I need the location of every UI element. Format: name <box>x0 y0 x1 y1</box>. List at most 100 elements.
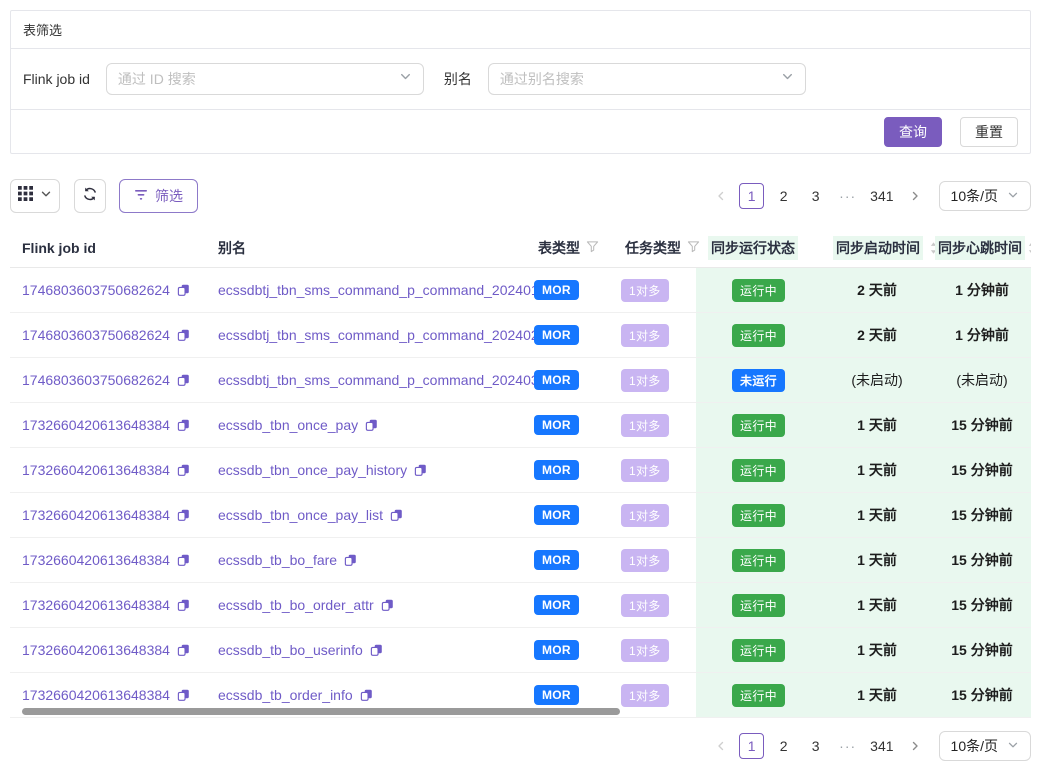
alias-cell[interactable]: ecssdb_tb_bo_fare <box>206 538 526 582</box>
sync-heartbeat-time-cell: 1 分钟前 <box>933 268 1031 312</box>
query-button[interactable]: 查询 <box>884 117 942 147</box>
horizontal-scrollbar-thumb[interactable] <box>22 708 620 715</box>
pagination-prev-button[interactable] <box>710 183 732 209</box>
funnel-icon[interactable] <box>586 240 599 256</box>
alias-cell[interactable]: ecssdbtj_tbn_sms_command_p_command_20240… <box>206 313 526 357</box>
flink-job-id-select[interactable]: 通过 ID 搜索 <box>106 63 424 95</box>
pagination-page-1[interactable]: 1 <box>739 733 764 759</box>
task-type-cell: 1对多 <box>613 268 696 312</box>
pagination-next-button[interactable] <box>904 183 926 209</box>
filter-toggle-button[interactable]: 筛选 <box>119 179 198 213</box>
copy-icon[interactable] <box>365 418 378 432</box>
task-type-badge: 1对多 <box>621 324 669 347</box>
flink-job-id-value[interactable]: 1732660420613648384 <box>22 417 170 433</box>
alias-cell[interactable]: ecssdb_tbn_once_pay_history <box>206 448 526 492</box>
copy-icon[interactable] <box>177 463 190 477</box>
refresh-icon <box>82 186 98 207</box>
pagination-page-341[interactable]: 341 <box>867 733 896 759</box>
pagination-page-3[interactable]: 3 <box>803 733 828 759</box>
status-badge: 运行中 <box>732 324 785 347</box>
alias-value[interactable]: ecssdb_tb_bo_fare <box>218 552 337 568</box>
copy-icon[interactable] <box>177 418 190 432</box>
page-size-select[interactable]: 10条/页 <box>939 181 1031 211</box>
flink-job-id-cell[interactable]: 1746803603750682624 <box>10 268 206 312</box>
table-type-badge: MOR <box>534 505 579 525</box>
alias-value[interactable]: ecssdb_tb_order_info <box>218 687 353 703</box>
copy-icon[interactable] <box>177 283 190 297</box>
pagination-next-button[interactable] <box>904 733 926 759</box>
alias-value[interactable]: ecssdb_tb_bo_order_attr <box>218 597 374 613</box>
status-badge: 运行中 <box>732 594 785 617</box>
flink-job-id-cell[interactable]: 1732660420613648384 <box>10 628 206 672</box>
pagination-prev-button[interactable] <box>710 733 732 759</box>
page-size-select[interactable]: 10条/页 <box>939 731 1031 761</box>
pagination-ellipsis: ··· <box>835 733 860 759</box>
flink-job-id-value[interactable]: 1732660420613648384 <box>22 597 170 613</box>
flink-job-id-value[interactable]: 1746803603750682624 <box>22 327 170 343</box>
flink-job-id-cell[interactable]: 1746803603750682624 <box>10 358 206 402</box>
copy-icon[interactable] <box>177 373 190 387</box>
alias-cell[interactable]: ecssdbtj_tbn_sms_command_p_command_20240… <box>206 358 526 402</box>
flink-job-id-cell[interactable]: 1732660420613648384 <box>10 493 206 537</box>
alias-select[interactable]: 通过别名搜索 <box>488 63 806 95</box>
sync-start-time-cell: 1 天前 <box>821 493 933 537</box>
flink-job-id-value[interactable]: 1732660420613648384 <box>22 507 170 523</box>
flink-job-id-cell[interactable]: 1732660420613648384 <box>10 403 206 447</box>
alias-value[interactable]: ecssdbtj_tbn_sms_command_p_command_20240… <box>218 327 539 343</box>
copy-icon[interactable] <box>344 553 357 567</box>
flink-job-id-cell[interactable]: 1732660420613648384 <box>10 538 206 582</box>
column-label: 同步运行状态 <box>708 236 798 260</box>
flink-job-id-value[interactable]: 1746803603750682624 <box>22 372 170 388</box>
alias-cell[interactable]: ecssdb_tbn_once_pay <box>206 403 526 447</box>
alias-value[interactable]: ecssdb_tb_bo_userinfo <box>218 642 363 658</box>
copy-icon[interactable] <box>390 508 403 522</box>
flink-job-id-value[interactable]: 1732660420613648384 <box>22 552 170 568</box>
flink-job-id-value[interactable]: 1732660420613648384 <box>22 687 170 703</box>
alias-cell[interactable]: ecssdbtj_tbn_sms_command_p_command_20240… <box>206 268 526 312</box>
column-header-table-type[interactable]: 表类型 <box>526 228 613 267</box>
pagination-page-341[interactable]: 341 <box>867 183 896 209</box>
pagination-page-2[interactable]: 2 <box>771 183 796 209</box>
copy-icon[interactable] <box>177 688 190 702</box>
column-settings-button[interactable] <box>10 179 60 213</box>
alias-cell[interactable]: ecssdb_tb_bo_order_attr <box>206 583 526 627</box>
flink-job-id-value[interactable]: 1732660420613648384 <box>22 462 170 478</box>
copy-icon[interactable] <box>177 553 190 567</box>
alias-value[interactable]: ecssdb_tbn_once_pay <box>218 417 358 433</box>
copy-icon[interactable] <box>370 643 383 657</box>
pagination-page-2[interactable]: 2 <box>771 733 796 759</box>
sync-heartbeat-time-cell: 15 分钟前 <box>933 538 1031 582</box>
copy-icon[interactable] <box>177 508 190 522</box>
flink-job-id-cell[interactable]: 1732660420613648384 <box>10 448 206 492</box>
copy-icon[interactable] <box>414 463 427 477</box>
column-header-task-type[interactable]: 任务类型 <box>613 228 696 267</box>
alias-cell[interactable]: ecssdb_tb_bo_userinfo <box>206 628 526 672</box>
column-header-sync-start-time[interactable]: 同步启动时间 <box>821 228 933 267</box>
copy-icon[interactable] <box>177 598 190 612</box>
filter-icon <box>134 188 148 204</box>
sync-status-cell: 未运行 <box>696 358 821 402</box>
copy-icon[interactable] <box>360 688 373 702</box>
flink-job-id-cell[interactable]: 1746803603750682624 <box>10 313 206 357</box>
status-badge: 运行中 <box>732 414 785 437</box>
reset-button[interactable]: 重置 <box>960 117 1018 147</box>
flink-job-id-cell[interactable]: 1732660420613648384 <box>10 583 206 627</box>
table-type-cell: MOR <box>526 493 613 537</box>
alias-value[interactable]: ecssdbtj_tbn_sms_command_p_command_20240… <box>218 282 539 298</box>
pagination-page-3[interactable]: 3 <box>803 183 828 209</box>
copy-icon[interactable] <box>177 328 190 342</box>
alias-value[interactable]: ecssdb_tbn_once_pay_list <box>218 507 383 523</box>
column-label: 同步心跳时间 <box>935 236 1025 260</box>
copy-icon[interactable] <box>381 598 394 612</box>
copy-icon[interactable] <box>177 643 190 657</box>
refresh-button[interactable] <box>74 179 106 213</box>
flink-job-id-value[interactable]: 1746803603750682624 <box>22 282 170 298</box>
alias-cell[interactable]: ecssdb_tbn_once_pay_list <box>206 493 526 537</box>
flink-job-id-value[interactable]: 1732660420613648384 <box>22 642 170 658</box>
pagination-page-1[interactable]: 1 <box>739 183 764 209</box>
sync-start-time-cell: 2 天前 <box>821 313 933 357</box>
sorter-icon[interactable] <box>1027 241 1031 260</box>
table-body: 1746803603750682624 ecssdbtj_tbn_sms_comm… <box>10 268 1031 718</box>
alias-value[interactable]: ecssdb_tbn_once_pay_history <box>218 462 407 478</box>
alias-value[interactable]: ecssdbtj_tbn_sms_command_p_command_20240… <box>218 372 539 388</box>
